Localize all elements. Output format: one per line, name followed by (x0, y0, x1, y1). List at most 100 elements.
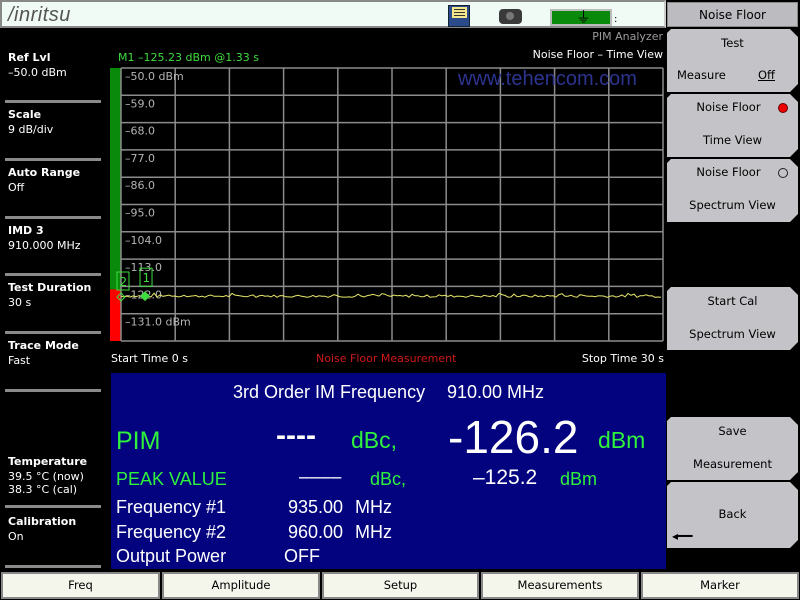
limit-bar-fail (110, 289, 121, 341)
plot-canvas[interactable]: –50.0 dBm –59.0 –68.0 –77.0 –86.0 –95.0 –104.0… (110, 66, 666, 344)
y-tick-label: –104.0 (125, 234, 162, 247)
softkey-back[interactable]: Back ◂━━ (667, 482, 798, 548)
param-value: On (8, 530, 24, 543)
param-label: Calibration (8, 515, 77, 528)
pim-dbm-value: -126.2 (448, 411, 579, 463)
param-label: Auto Range (8, 166, 81, 179)
param-calibration: Calibration On (8, 515, 103, 543)
pim-dbc-value: ---- (276, 419, 316, 452)
marker-readout: M1 –125.23 dBm @1.33 s (118, 51, 259, 64)
softkey-label: Spectrum View (689, 327, 776, 341)
y-tick-label: –95.0 (125, 207, 155, 220)
divider (5, 273, 101, 276)
softkey-label: Test (721, 36, 744, 50)
param-label: Ref Lvl (8, 51, 51, 64)
param-value: 9 dB/div (8, 123, 54, 136)
tab-measurements[interactable]: Measurements (481, 572, 639, 599)
freq2-label: Frequency #2 (116, 522, 227, 542)
param-label: Trace Mode (8, 339, 79, 352)
param-ref-level: Ref Lvl –50.0 dBm (8, 51, 103, 79)
radio-unselected-icon (778, 168, 788, 178)
radio-selected-icon (778, 103, 788, 113)
param-auto-range: Auto Range Off (8, 166, 103, 194)
peak-dbm-unit: dBm (560, 469, 598, 489)
peak-dbc-unit: dBc, (370, 469, 407, 489)
softkey-test-measure[interactable]: Test Measure Off (667, 29, 798, 92)
softkey-label: Noise Floor (696, 165, 761, 179)
softkey-label: Noise Floor (696, 100, 761, 114)
param-value-2: 38.3 °C (cal) (8, 483, 78, 496)
param-value: 39.5 °C (now) (8, 470, 84, 483)
results-panel: 3rd Order IM Frequency 910.00 MHz PIM --… (111, 373, 666, 569)
stop-time: Stop Time 30 s (581, 352, 664, 365)
param-value: 910.000 MHz (8, 239, 81, 252)
y-tick-label: –59.0 (125, 97, 155, 110)
softkey-noise-floor-time-view[interactable]: Noise Floor Time View (667, 94, 798, 157)
divider (5, 216, 101, 219)
pim-label: PIM (116, 427, 161, 455)
im-freq-label: 3rd Order IM Frequency (233, 382, 426, 402)
peak-label: PEAK VALUE (116, 469, 227, 489)
param-value: 30 s (8, 296, 32, 309)
tab-amplitude[interactable]: Amplitude (162, 572, 320, 599)
output-power-label: Output Power (116, 546, 227, 566)
y-tick-label: –50.0 dBm (125, 70, 184, 83)
back-arrow-icon: ◂━━ (672, 529, 693, 543)
mode-name: PIM Analyzer (592, 30, 663, 43)
y-tick-label: –86.0 (125, 179, 155, 192)
param-trace-mode: Trace Mode Fast (8, 339, 103, 367)
softkey-label: Time View (702, 133, 763, 147)
y-tick-label: –131.0 dBm (125, 316, 191, 329)
tab-freq[interactable]: Freq (1, 572, 160, 599)
param-label: Temperature (8, 455, 88, 468)
save-icon[interactable] (448, 5, 470, 27)
watermark: www.tehencom.com (458, 68, 637, 90)
softkey-label: Save (718, 424, 747, 438)
y-tick-label: –68.0 (125, 125, 155, 138)
camera-icon[interactable] (499, 9, 522, 24)
divider (5, 331, 101, 334)
param-value: –50.0 dBm (8, 66, 67, 79)
divider (5, 100, 101, 103)
pim-dbm-unit: dBm (598, 427, 646, 453)
softkey-label: Spectrum View (689, 198, 776, 212)
param-label: Test Duration (8, 281, 92, 294)
param-scale: Scale 9 dB/div (8, 108, 103, 136)
param-value: Off (8, 181, 25, 194)
trace-line (120, 292, 662, 298)
softkey-save-measurement[interactable]: Save Measurement (667, 417, 798, 480)
start-time: Start Time 0 s (111, 352, 189, 365)
param-label: Scale (8, 108, 42, 121)
test-measure-state: Off (758, 68, 775, 82)
output-power-value: OFF (284, 546, 320, 566)
divider (5, 505, 101, 508)
divider (5, 389, 101, 392)
param-test-duration: Test Duration 30 s (8, 281, 103, 309)
marker-1-label: 1 (143, 271, 151, 285)
marker-2-label: 2 (120, 275, 128, 289)
view-name: Noise Floor – Time View (532, 48, 663, 61)
freq2-value: 960.00 (288, 522, 344, 542)
softkey-label: Measure (677, 68, 726, 82)
title-bar: /inritsu ⏚ : (0, 0, 666, 28)
freq2-unit: MHz (355, 522, 392, 542)
softkey-start-cal[interactable]: Start Cal Spectrum View (667, 287, 798, 350)
softkey-label: Measurement (693, 457, 772, 471)
freq1-value: 935.00 (288, 497, 344, 517)
freq1-label: Frequency #1 (116, 497, 227, 517)
tab-setup[interactable]: Setup (322, 572, 479, 599)
param-label: IMD 3 (8, 224, 44, 237)
peak-dbc-value: –––– (299, 467, 342, 488)
anritsu-logo: /inritsu (8, 4, 71, 26)
time-view-plot[interactable]: –50.0 dBm –59.0 –68.0 –77.0 –86.0 –95.0 –104.0… (110, 66, 666, 344)
peak-dbm-value: –125.2 (473, 466, 538, 489)
im-freq-value: 910.00 MHz (447, 382, 545, 402)
freq1-unit: MHz (355, 497, 392, 517)
divider (5, 565, 101, 568)
measurement-name: Noise Floor Measurement (316, 352, 457, 365)
softkey-menu-title: Noise Floor (667, 2, 798, 27)
divider (5, 158, 101, 161)
tab-marker[interactable]: Marker (641, 572, 799, 599)
softkey-noise-floor-spectrum-view[interactable]: Noise Floor Spectrum View (667, 159, 798, 222)
battery-plug-icon: ⏚ (550, 8, 612, 26)
